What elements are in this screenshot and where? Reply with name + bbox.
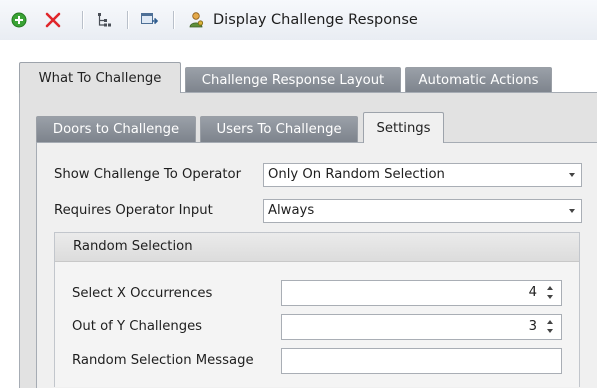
random-selection-title: Random Selection xyxy=(73,239,193,254)
out-of-y-label: Out of Y Challenges xyxy=(72,319,203,334)
toolbar: Display Challenge Response xyxy=(0,0,597,40)
tab-label: Automatic Actions xyxy=(418,73,539,88)
out-of-y-stepper[interactable]: 3 xyxy=(281,314,562,340)
tab-settings[interactable]: Settings xyxy=(363,112,444,143)
add-icon xyxy=(11,12,27,28)
tab-users-to-challenge[interactable]: Users To Challenge xyxy=(200,116,358,142)
spin-buttons[interactable] xyxy=(547,319,556,335)
show-challenge-select[interactable]: Only On Random Selection xyxy=(263,163,582,187)
select-x-value: 4 xyxy=(528,285,537,300)
tab-label: Challenge Response Layout xyxy=(201,73,385,88)
tab-doors-to-challenge[interactable]: Doors to Challenge xyxy=(36,116,196,142)
requires-input-value: Always xyxy=(268,203,315,218)
toolbar-separator xyxy=(127,11,128,29)
tab-automatic-actions[interactable]: Automatic Actions xyxy=(405,67,552,93)
spin-up-icon[interactable] xyxy=(547,320,553,324)
add-button[interactable] xyxy=(8,0,30,40)
random-selection-group: Random Selection Select X Occurrences 4 … xyxy=(54,232,580,387)
spin-down-icon[interactable] xyxy=(547,295,553,299)
select-x-label: Select X Occurrences xyxy=(72,286,213,301)
tab-label: Settings xyxy=(376,121,431,136)
out-of-y-value: 3 xyxy=(528,319,537,334)
export-button[interactable] xyxy=(137,0,163,40)
export-icon xyxy=(141,13,159,25)
chevron-down-icon xyxy=(569,173,575,177)
tab-label: What To Challenge xyxy=(38,71,162,86)
tab-label: Doors to Challenge xyxy=(52,122,180,137)
display-challenge-response-label[interactable]: Display Challenge Response xyxy=(213,0,418,40)
hierarchy-button[interactable] xyxy=(93,0,117,40)
requires-input-select[interactable]: Always xyxy=(263,199,582,223)
requires-input-label: Requires Operator Input xyxy=(54,203,213,218)
hierarchy-icon xyxy=(98,13,111,27)
random-message-input[interactable] xyxy=(281,348,562,374)
spin-down-icon[interactable] xyxy=(547,329,553,333)
tab-what-to-challenge[interactable]: What To Challenge xyxy=(19,62,181,93)
toolbar-separator xyxy=(173,11,174,29)
show-challenge-label: Show Challenge To Operator xyxy=(54,167,241,182)
tab-label: Users To Challenge xyxy=(216,122,342,137)
spin-up-icon[interactable] xyxy=(547,286,553,290)
chevron-down-icon xyxy=(569,209,575,213)
random-selection-header: Random Selection xyxy=(55,233,579,262)
select-x-stepper[interactable]: 4 xyxy=(281,280,562,306)
delete-button[interactable] xyxy=(42,0,64,40)
display-challenge-response-button[interactable] xyxy=(186,0,208,40)
tab-challenge-response-layout[interactable]: Challenge Response Layout xyxy=(185,67,401,93)
toolbar-separator xyxy=(82,11,83,29)
random-message-label: Random Selection Message xyxy=(72,353,254,368)
spin-buttons[interactable] xyxy=(547,285,556,301)
show-challenge-value: Only On Random Selection xyxy=(268,167,445,182)
delete-icon xyxy=(45,12,61,28)
user-key-icon xyxy=(189,12,204,28)
